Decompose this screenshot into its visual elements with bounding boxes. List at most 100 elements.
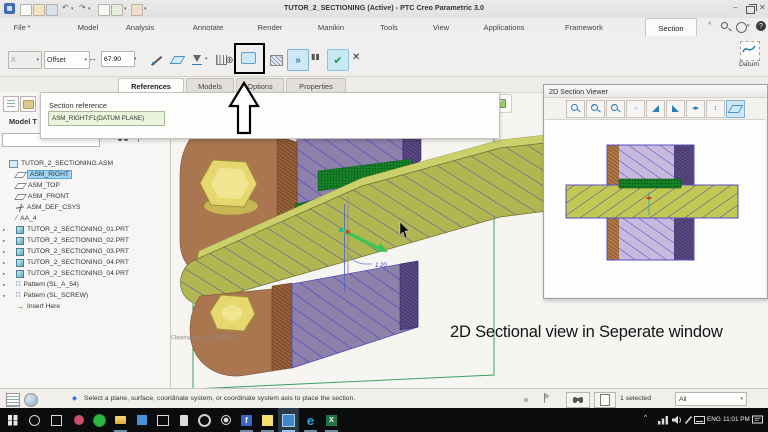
pattern-icon: ∷ [16, 281, 20, 288]
language-indicator[interactable]: ENG [707, 416, 721, 423]
cancel-button[interactable]: ✕ [352, 52, 360, 63]
sticky-notes-icon[interactable] [257, 408, 278, 432]
rotate-left-icon[interactable] [646, 100, 665, 118]
depth-value-input[interactable] [101, 51, 135, 67]
refit-icon[interactable]: → [626, 100, 645, 118]
expander-icon[interactable]: ▸ [3, 282, 16, 288]
tree-item-axis[interactable]: ⁄ AA_4 [3, 213, 167, 224]
accept-button[interactable]: ✔ [327, 49, 349, 71]
tree-item-part-03[interactable]: ▸ TUTOR_2_SECTIONING_03.PRT [3, 246, 167, 257]
start-button[interactable] [2, 408, 23, 432]
tree-item-asm-top[interactable]: ASM_TOP [3, 180, 167, 191]
show-hidden-icons[interactable]: ^ [644, 414, 647, 421]
dimension-value[interactable]: 1.20 [375, 263, 387, 269]
tab-file[interactable]: File▾ [6, 18, 38, 36]
file-explorer-icon[interactable] [110, 408, 131, 432]
tree-item-assembly[interactable]: TUTOR_2_SECTIONING.ASM [3, 158, 167, 169]
preview-button[interactable]: » [287, 49, 309, 71]
tab-manikin[interactable]: Manikin [307, 18, 355, 36]
collapse-ribbon-icon[interactable]: ^ [708, 22, 711, 29]
tree-item-part-02[interactable]: ▸ TUTOR_2_SECTIONING_02.PRT [3, 235, 167, 246]
tab-applications[interactable]: Applications [470, 18, 538, 36]
tree-item-insert-here[interactable]: → Insert Here [3, 301, 167, 312]
flip-horizontal-icon[interactable]: ◂▸ [686, 100, 705, 118]
tab-annotate[interactable]: Annotate [180, 18, 236, 36]
expander-icon[interactable]: ▸ [3, 249, 16, 255]
facebook-icon[interactable]: f [236, 408, 257, 432]
action-center-icon[interactable] [752, 415, 763, 425]
excel-icon[interactable]: X [321, 408, 342, 432]
expander-icon[interactable]: ▸ [3, 227, 16, 233]
calculator-icon[interactable] [173, 408, 194, 432]
tab-section[interactable]: Section [645, 18, 697, 37]
network-icon[interactable] [658, 415, 669, 425]
tree-item-asm-front[interactable]: ASM_FRONT [3, 191, 167, 202]
expander-icon[interactable]: ▸ [3, 271, 16, 277]
flip-material-button[interactable] [189, 50, 206, 70]
tree-item-pattern-1[interactable]: ▸ ∷ Pattern (SL_A_54) [3, 279, 167, 290]
search-model-button[interactable] [566, 392, 590, 408]
expander-icon[interactable]: ▸ [3, 293, 16, 299]
layers-toggle-icon[interactable] [24, 393, 38, 407]
section-type-select[interactable]: Offset▾ [44, 51, 90, 69]
photos-app-icon[interactable] [131, 408, 152, 432]
section-reference-field[interactable]: ASM_RIGHT:F1(DATUM PLANE) [48, 111, 165, 126]
tree-view-icon[interactable] [3, 96, 19, 112]
tree-item-part-04[interactable]: ▸ TUTOR_2_SECTIONING_04.PRT [3, 257, 167, 268]
xsec-name-select[interactable]: X▾ [8, 51, 42, 69]
account-icon[interactable] [736, 22, 747, 33]
task-view-icon[interactable] [46, 408, 67, 432]
tree-item-asm-right[interactable]: ASM_RIGHT [3, 169, 167, 180]
flip-material-dropdown-icon[interactable]: ▾ [205, 57, 208, 62]
zoom-out-icon[interactable]: − [606, 100, 625, 118]
selection-filter-select[interactable]: All▾ [675, 392, 747, 406]
settings-icon[interactable] [194, 408, 215, 432]
tree-folder-icon[interactable] [20, 96, 36, 112]
creo-taskbar-icon[interactable] [278, 408, 299, 432]
minimize-button[interactable]: – [733, 4, 737, 12]
flip-vertical-icon[interactable]: ↕ [706, 100, 725, 118]
edge-icon[interactable]: e [300, 408, 321, 432]
viewer-title-bar[interactable]: 2D Section Viewer [544, 85, 767, 98]
tab-model[interactable]: Model [70, 18, 106, 36]
close-button[interactable]: ✕ [759, 4, 766, 12]
restore-button[interactable] [746, 6, 755, 14]
clock[interactable]: 11:01 PM [723, 416, 750, 423]
tree-item-csys[interactable]: ASM_DEF_CSYS [3, 202, 167, 213]
rotate-right-icon[interactable] [666, 100, 685, 118]
datum-group-icon[interactable] [740, 41, 760, 61]
store-icon[interactable] [152, 408, 173, 432]
tab-tools[interactable]: Tools [370, 18, 408, 36]
zoom-window-icon[interactable] [566, 100, 585, 118]
tab-render[interactable]: Render [248, 18, 292, 36]
tree-item-part-01[interactable]: ▸ TUTOR_2_SECTIONING_01.PRT [3, 224, 167, 235]
part-icon [16, 270, 24, 278]
viewer-canvas[interactable] [545, 119, 765, 297]
tab-properties[interactable]: Properties [286, 78, 346, 93]
pen-icon[interactable] [684, 415, 693, 425]
cortana-icon[interactable] [24, 408, 45, 432]
tab-framework[interactable]: Framework [553, 18, 615, 36]
touch-keyboard-icon[interactable] [694, 415, 705, 425]
expander-icon[interactable]: ▸ [3, 260, 16, 266]
tree-item-part-04b[interactable]: ▸ TUTOR_2_SECTIONING_04.PRT [3, 268, 167, 279]
model-tree-toggle-icon[interactable] [6, 393, 20, 407]
show-plane-icon[interactable] [726, 100, 745, 118]
people-app-icon[interactable] [68, 408, 89, 432]
toggle-hatching-button[interactable] [266, 50, 286, 70]
flip-direction-button[interactable] [146, 50, 166, 70]
account-dropdown-icon[interactable]: ▾ [747, 24, 750, 29]
tree-item-pattern-2[interactable]: ▸ ∷ Pattern (SL_SCREW) [3, 290, 167, 301]
tab-analysis[interactable]: Analysis [115, 18, 165, 36]
selection-buffer-button[interactable] [594, 392, 616, 408]
depth-dropdown-icon[interactable]: ▾ [134, 57, 137, 62]
zoom-in-icon[interactable]: + [586, 100, 605, 118]
volume-icon[interactable] [672, 415, 682, 425]
help-icon[interactable]: ? [756, 21, 766, 31]
record-target-icon[interactable] [215, 408, 236, 432]
plane-reference-button[interactable] [167, 50, 188, 70]
tab-view[interactable]: View [423, 18, 459, 36]
pause-button[interactable]: ▮▮ [311, 53, 320, 61]
expander-icon[interactable]: ▸ [3, 238, 16, 244]
whatsapp-icon[interactable] [89, 408, 110, 432]
